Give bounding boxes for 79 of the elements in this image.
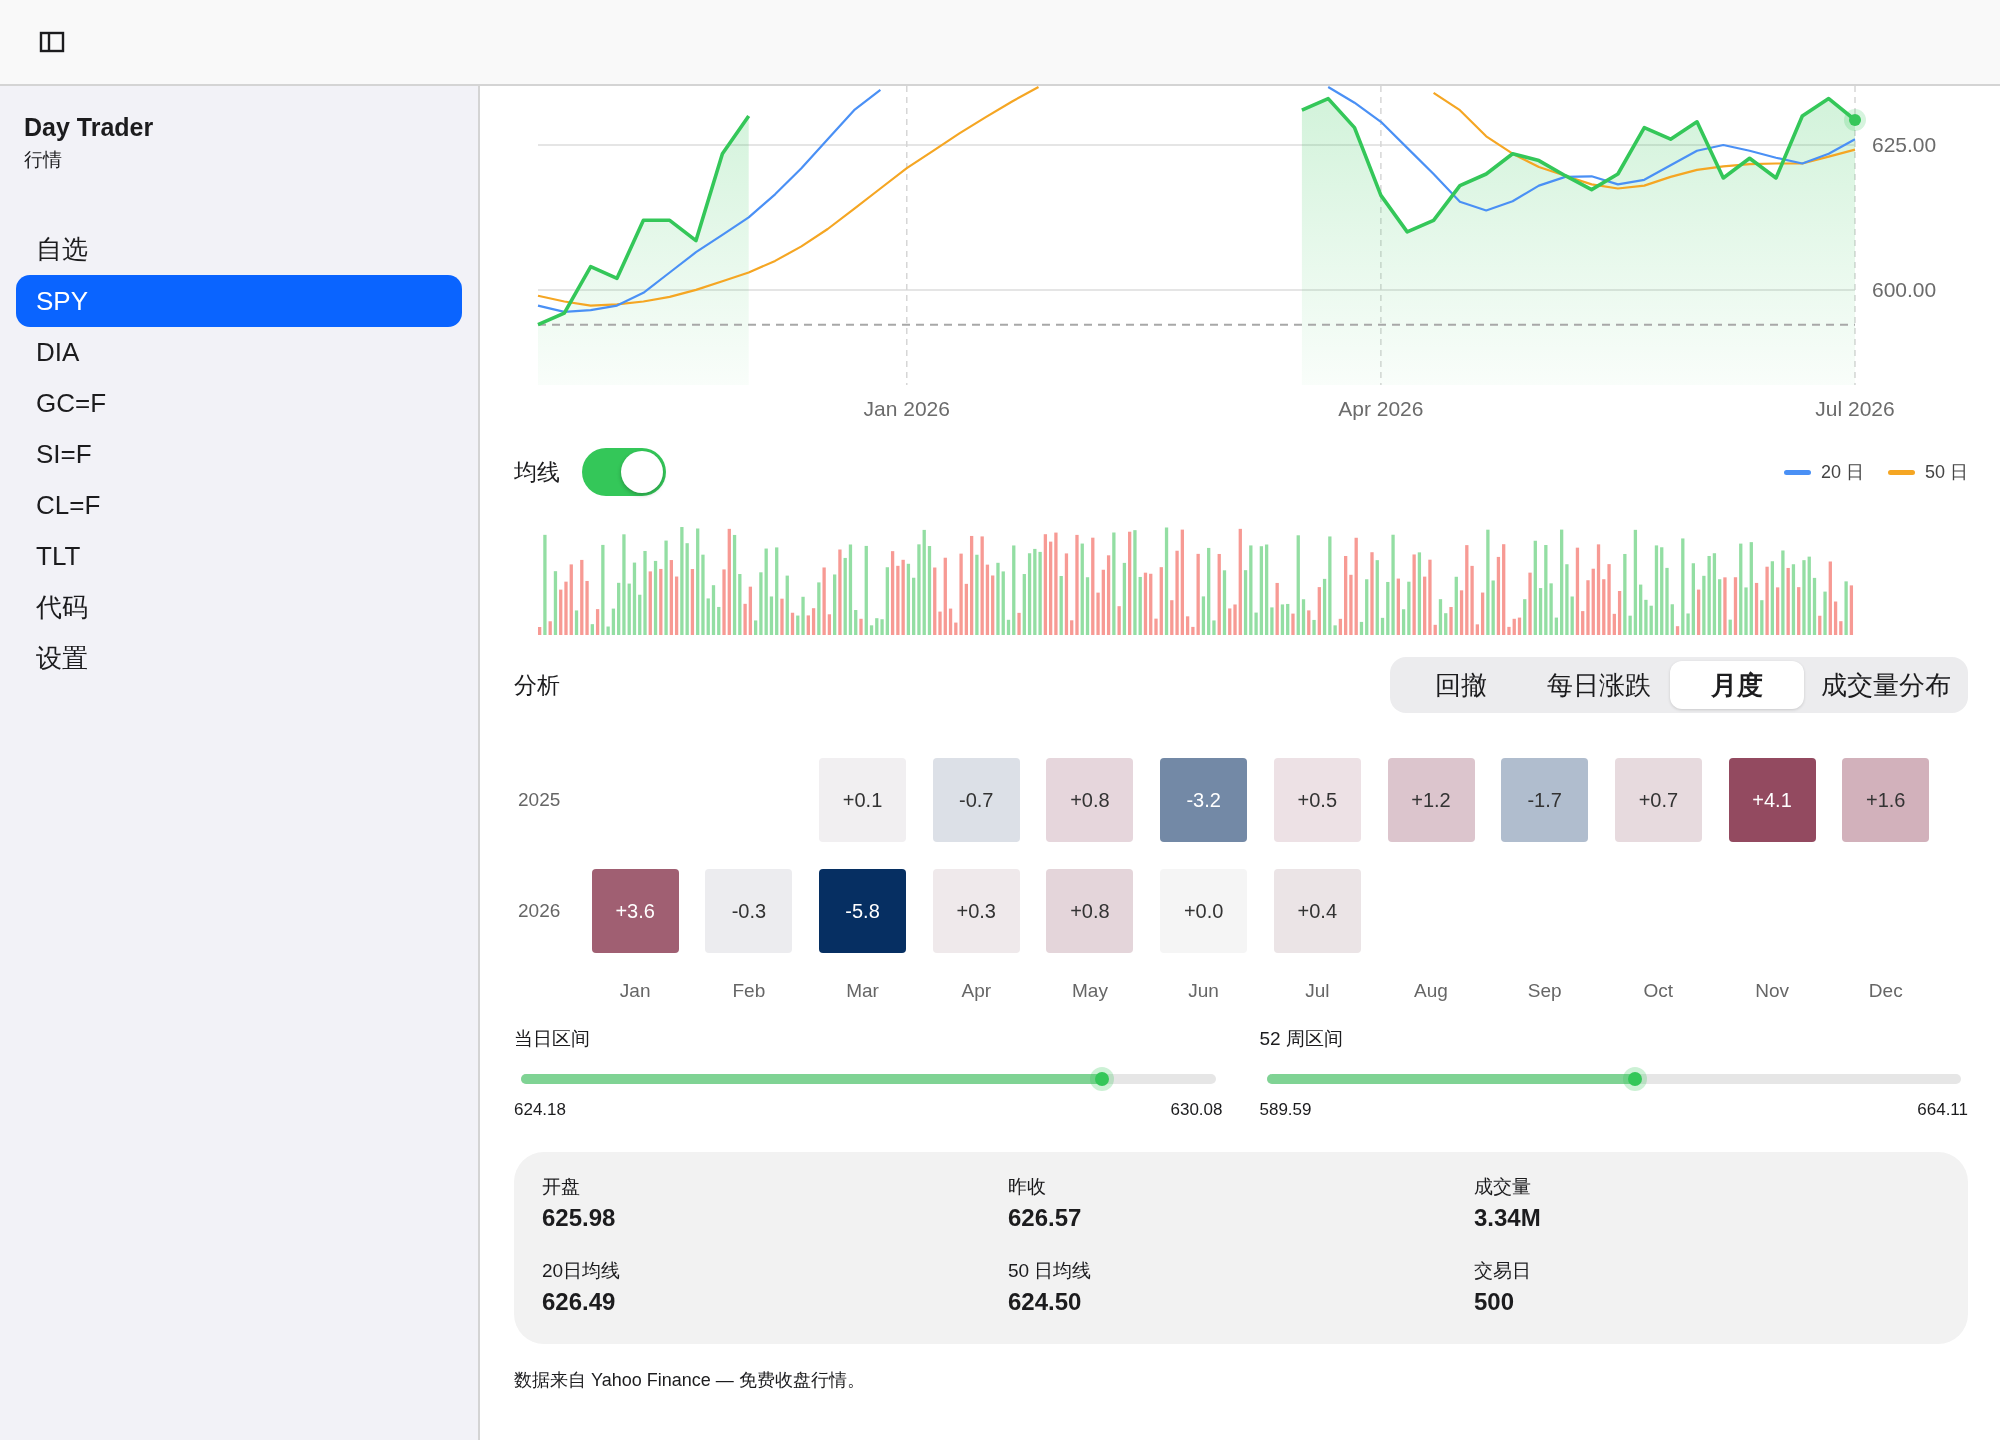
heatmap-cell: +0.0 [1160,869,1248,953]
x-axis-label: Jul 2026 [1815,397,1895,420]
segment-tab[interactable]: 成交量分布 [1808,661,1964,709]
stat-label: 50 日均线 [1008,1259,1093,1283]
heatmap-cell: +3.6 [591,869,679,953]
sidebar-item[interactable]: GC=F [16,378,462,429]
heatmap-cell: +0.4 [1273,869,1361,953]
stat-value: 626.49 [542,1287,617,1317]
heatmap-cell: +0.7 [1614,758,1702,842]
month-label: Jun [1187,980,1220,1003]
stat-label: 昨收 [1008,1175,1047,1199]
sidebar-item[interactable]: CL=F [16,480,462,531]
segment-tab[interactable]: 月度 [1670,661,1804,709]
heatmap-cell: +4.1 [1728,758,1816,842]
heatmap-cell: -0.3 [705,869,793,953]
sidebar-item[interactable]: 代码 [16,582,462,633]
stat-label: 20日均线 [542,1259,622,1283]
range-low: 589.59 [1259,1100,1312,1120]
footer-note: 数据来自 Yahoo Finance — 免费收盘行情。 [514,1369,866,1392]
heatmap-cell: +0.1 [819,758,907,842]
stat-label: 开盘 [542,1175,581,1199]
month-label: Jul [1304,980,1331,1003]
month-label: Nov [1754,980,1790,1003]
y-axis-label: 600.00 [1872,277,1937,301]
stat-value: 500 [1474,1287,1516,1317]
stat-value: 3.34M [1474,1203,1542,1233]
heatmap-cell: -3.2 [1160,758,1248,842]
y-axis-label: 625.00 [1872,133,1937,156]
range-high: 664.11 [1917,1100,1968,1120]
heatmap-cell: -0.7 [932,758,1020,842]
heatmap-cell: -5.8 [819,869,907,953]
stat-value: 625.98 [542,1203,617,1233]
heatmap-cell: +1.2 [1387,758,1475,842]
range-high: 630.08 [1170,1100,1223,1120]
month-label: Aug [1413,980,1449,1003]
toggle-switch[interactable] [582,448,666,496]
heatmap-cell: +0.5 [1273,758,1361,842]
month-label: Apr [960,980,993,1003]
sidebar-toggle-icon[interactable] [39,31,65,53]
heatmap-cell: -1.7 [1501,758,1589,842]
range-label: 当日区间 [514,1027,591,1051]
month-label: May [1071,980,1109,1003]
stat-label: 成交量 [1474,1175,1532,1199]
app-title: Day Trader [23,112,155,142]
month-label: Mar [845,980,880,1003]
month-label: Feb [731,980,767,1003]
segment-tab[interactable]: 每日涨跌 [1532,661,1666,709]
month-label: Dec [1867,980,1904,1003]
legend-label: 50 日 [1924,461,1968,484]
sidebar-item[interactable]: DIA [16,327,462,378]
sidebar-item[interactable]: TLT [16,531,462,582]
month-label: Jan [618,980,652,1003]
year-label: 2025 [517,789,562,811]
legend-swatch [1887,469,1915,475]
heatmap-cell: +1.6 [1842,758,1930,842]
sidebar-item[interactable]: SPY [16,275,462,327]
last-price-marker [1844,109,1866,132]
stat-value: 626.57 [1008,1203,1083,1233]
legend-swatch [1783,469,1811,475]
analysis-label: 分析 [514,670,560,700]
segment-tab[interactable]: 回撤 [1394,661,1528,709]
month-label: Sep [1526,980,1563,1003]
sidebar-item[interactable]: 自选 [16,224,462,275]
heatmap-cell: +0.3 [932,869,1020,953]
month-label: Oct [1642,980,1675,1003]
sidebar-item[interactable]: 设置 [16,633,462,684]
heatmap-cell: +0.8 [1046,869,1134,953]
stat-value: 624.50 [1008,1287,1083,1317]
range-label: 52 周区间 [1259,1027,1344,1051]
stat-label: 交易日 [1474,1259,1532,1283]
app-subtitle: 行情 [23,148,63,172]
x-axis-label: Jan 2026 [863,397,950,420]
moving-average-label: 均线 [514,457,560,487]
range-low: 624.18 [514,1100,566,1120]
year-label: 2026 [517,900,562,922]
sidebar-item[interactable]: SI=F [16,429,462,480]
x-axis-label: Apr 2026 [1338,397,1424,420]
heatmap-cell: +0.8 [1046,758,1134,842]
legend-label: 20 日 [1820,461,1864,484]
